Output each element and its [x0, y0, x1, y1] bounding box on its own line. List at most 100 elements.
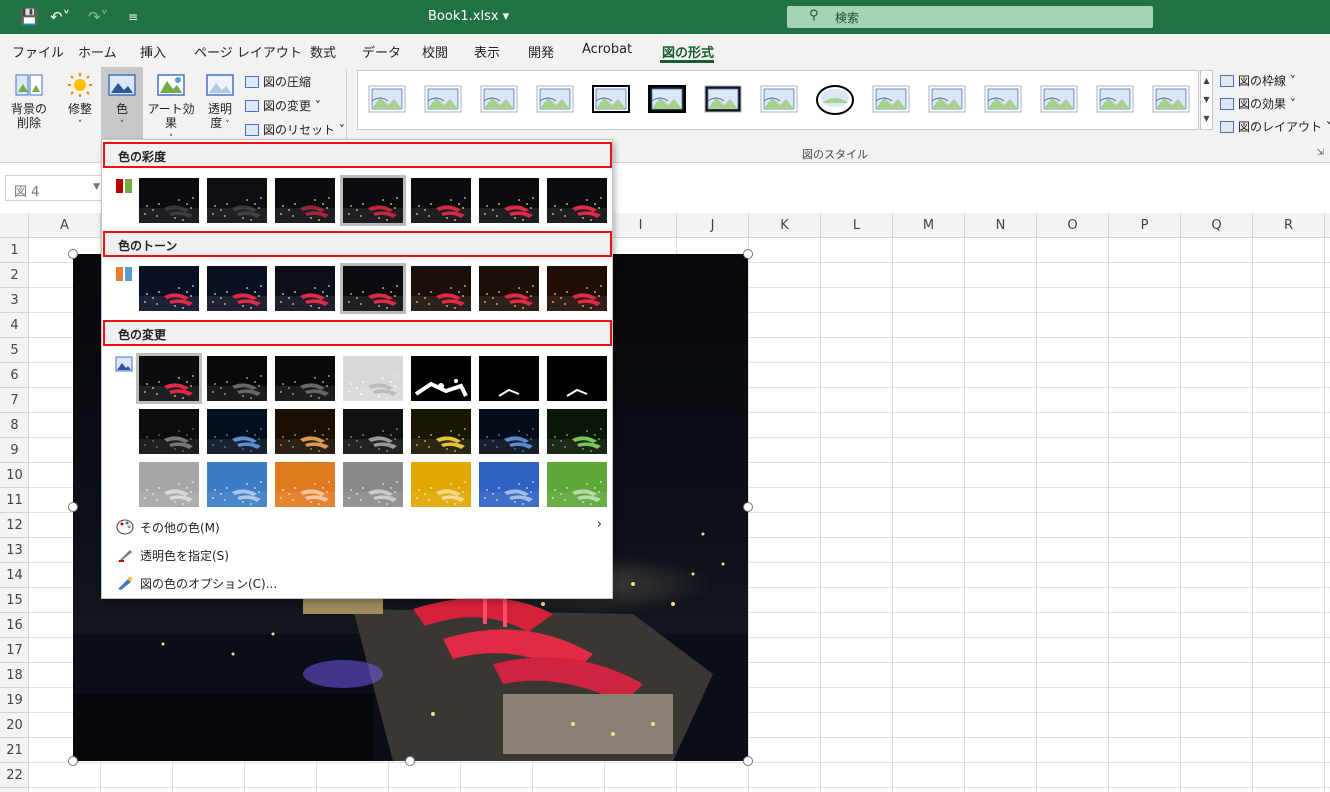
- tab-picture-format[interactable]: 図の形式: [662, 42, 714, 61]
- transparency-button[interactable]: 透明 度 ˅: [203, 72, 237, 132]
- resize-handle-tl[interactable]: [68, 249, 78, 259]
- gallery-scroll[interactable]: ▲ ▼ ▼: [1200, 70, 1213, 130]
- color-thumbnail[interactable]: [343, 356, 403, 401]
- search-box[interactable]: ⚲ 検索: [787, 6, 1153, 28]
- color-thumbnail[interactable]: [411, 462, 471, 507]
- row-header-9[interactable]: 9: [0, 438, 29, 463]
- picture-style-5[interactable]: [592, 83, 630, 117]
- reset-picture-button[interactable]: 図のリセット ˅: [245, 121, 345, 138]
- color-thumbnail[interactable]: [275, 356, 335, 401]
- column-header-p[interactable]: P: [1109, 213, 1181, 238]
- color-thumbnail[interactable]: [547, 409, 607, 454]
- row-header-18[interactable]: 18: [0, 663, 29, 688]
- tab-view[interactable]: 表示: [474, 42, 500, 61]
- artistic-effects-button[interactable]: アート効果˅: [144, 72, 198, 146]
- tab-developer[interactable]: 開発: [528, 42, 554, 61]
- tab-file[interactable]: ファイル: [12, 42, 64, 61]
- color-thumbnail[interactable]: [207, 178, 267, 223]
- row-header-19[interactable]: 19: [0, 688, 29, 713]
- resize-handle-mr[interactable]: [743, 502, 753, 512]
- picture-style-11[interactable]: [928, 83, 966, 117]
- color-thumbnail[interactable]: [343, 409, 403, 454]
- resize-handle-tr[interactable]: [743, 249, 753, 259]
- picture-layout-button[interactable]: 図のレイアウト ˅: [1220, 118, 1330, 135]
- tab-review[interactable]: 校閲: [422, 42, 448, 61]
- corrections-button[interactable]: 修整 ˅: [63, 72, 97, 132]
- row-header-5[interactable]: 5: [0, 338, 29, 363]
- color-thumbnail[interactable]: [479, 409, 539, 454]
- tab-page-layout[interactable]: ページ レイアウト: [194, 42, 302, 61]
- undo-icon[interactable]: ↶˅: [50, 8, 70, 26]
- more-colors-item[interactable]: その他の色(M) ›: [102, 513, 612, 539]
- compress-pictures-button[interactable]: 図の圧縮: [245, 73, 311, 90]
- column-header-o[interactable]: O: [1037, 213, 1109, 238]
- name-box[interactable]: 図 4 ▼: [5, 175, 105, 201]
- row-header-13[interactable]: 13: [0, 538, 29, 563]
- color-thumbnail[interactable]: [207, 462, 267, 507]
- color-thumbnail[interactable]: [411, 356, 471, 401]
- color-thumbnail[interactable]: [139, 409, 199, 454]
- resize-handle-ml[interactable]: [68, 502, 78, 512]
- row-header-8[interactable]: 8: [0, 413, 29, 438]
- color-thumbnail[interactable]: [479, 462, 539, 507]
- row-header-16[interactable]: 16: [0, 613, 29, 638]
- color-thumbnail[interactable]: [275, 409, 335, 454]
- color-thumbnail[interactable]: [207, 409, 267, 454]
- tab-acrobat[interactable]: Acrobat: [582, 42, 632, 57]
- color-thumbnail[interactable]: [275, 178, 335, 223]
- tab-formulas[interactable]: 数式: [310, 42, 336, 61]
- column-header-l[interactable]: L: [821, 213, 893, 238]
- color-thumbnail[interactable]: [547, 266, 607, 311]
- picture-style-15[interactable]: [1152, 83, 1190, 117]
- name-box-dropdown-icon[interactable]: ▼: [93, 182, 100, 192]
- color-thumbnail[interactable]: [340, 175, 406, 226]
- picture-style-2[interactable]: [424, 83, 462, 117]
- color-thumbnail[interactable]: [479, 266, 539, 311]
- remove-background-button[interactable]: 背景の 削除: [8, 72, 50, 130]
- column-header-m[interactable]: M: [893, 213, 965, 238]
- tab-data[interactable]: データ: [362, 42, 401, 61]
- row-header-17[interactable]: 17: [0, 638, 29, 663]
- column-header-j[interactable]: J: [677, 213, 749, 238]
- redo-icon[interactable]: ↷˅: [88, 8, 108, 26]
- row-header-1[interactable]: 1: [0, 238, 29, 263]
- select-all-corner[interactable]: [0, 213, 29, 238]
- document-title[interactable]: Book1.xlsx ▾: [428, 9, 509, 24]
- picture-style-12[interactable]: [984, 83, 1022, 117]
- picture-color-options-item[interactable]: 図の色のオプション(C)...: [102, 569, 612, 595]
- picture-border-button[interactable]: 図の枠線 ˅: [1220, 72, 1296, 89]
- color-thumbnail[interactable]: [207, 266, 267, 311]
- picture-style-6[interactable]: [648, 83, 686, 117]
- color-thumbnail[interactable]: [411, 266, 471, 311]
- picture-style-3[interactable]: [480, 83, 518, 117]
- color-thumbnail[interactable]: [275, 266, 335, 311]
- color-thumbnail[interactable]: [340, 263, 406, 314]
- resize-handle-br[interactable]: [743, 756, 753, 766]
- save-icon[interactable]: 💾: [20, 8, 39, 26]
- color-thumbnail[interactable]: [275, 462, 335, 507]
- color-thumbnail[interactable]: [479, 356, 539, 401]
- row-header-11[interactable]: 11: [0, 488, 29, 513]
- column-header-r[interactable]: R: [1253, 213, 1325, 238]
- row-header-4[interactable]: 4: [0, 313, 29, 338]
- row-header-12[interactable]: 12: [0, 513, 29, 538]
- column-header-a[interactable]: A: [29, 213, 101, 238]
- picture-style-7[interactable]: [704, 83, 742, 117]
- color-thumbnail[interactable]: [479, 178, 539, 223]
- resize-handle-bl[interactable]: [68, 756, 78, 766]
- row-header-20[interactable]: 20: [0, 713, 29, 738]
- customize-qat-icon[interactable]: ≡: [128, 8, 138, 26]
- color-thumbnail[interactable]: [207, 356, 267, 401]
- row-header-14[interactable]: 14: [0, 563, 29, 588]
- change-picture-button[interactable]: 図の変更 ˅: [245, 97, 321, 114]
- dialog-launcher-icon[interactable]: ⇲: [1316, 148, 1324, 158]
- picture-style-1[interactable]: [368, 83, 406, 117]
- picture-style-13[interactable]: [1040, 83, 1078, 117]
- row-header-15[interactable]: 15: [0, 588, 29, 613]
- row-header-7[interactable]: 7: [0, 388, 29, 413]
- color-thumbnail[interactable]: [343, 462, 403, 507]
- picture-style-9[interactable]: [816, 83, 854, 117]
- column-header-k[interactable]: K: [749, 213, 821, 238]
- color-thumbnail[interactable]: [139, 462, 199, 507]
- color-thumbnail[interactable]: [547, 356, 607, 401]
